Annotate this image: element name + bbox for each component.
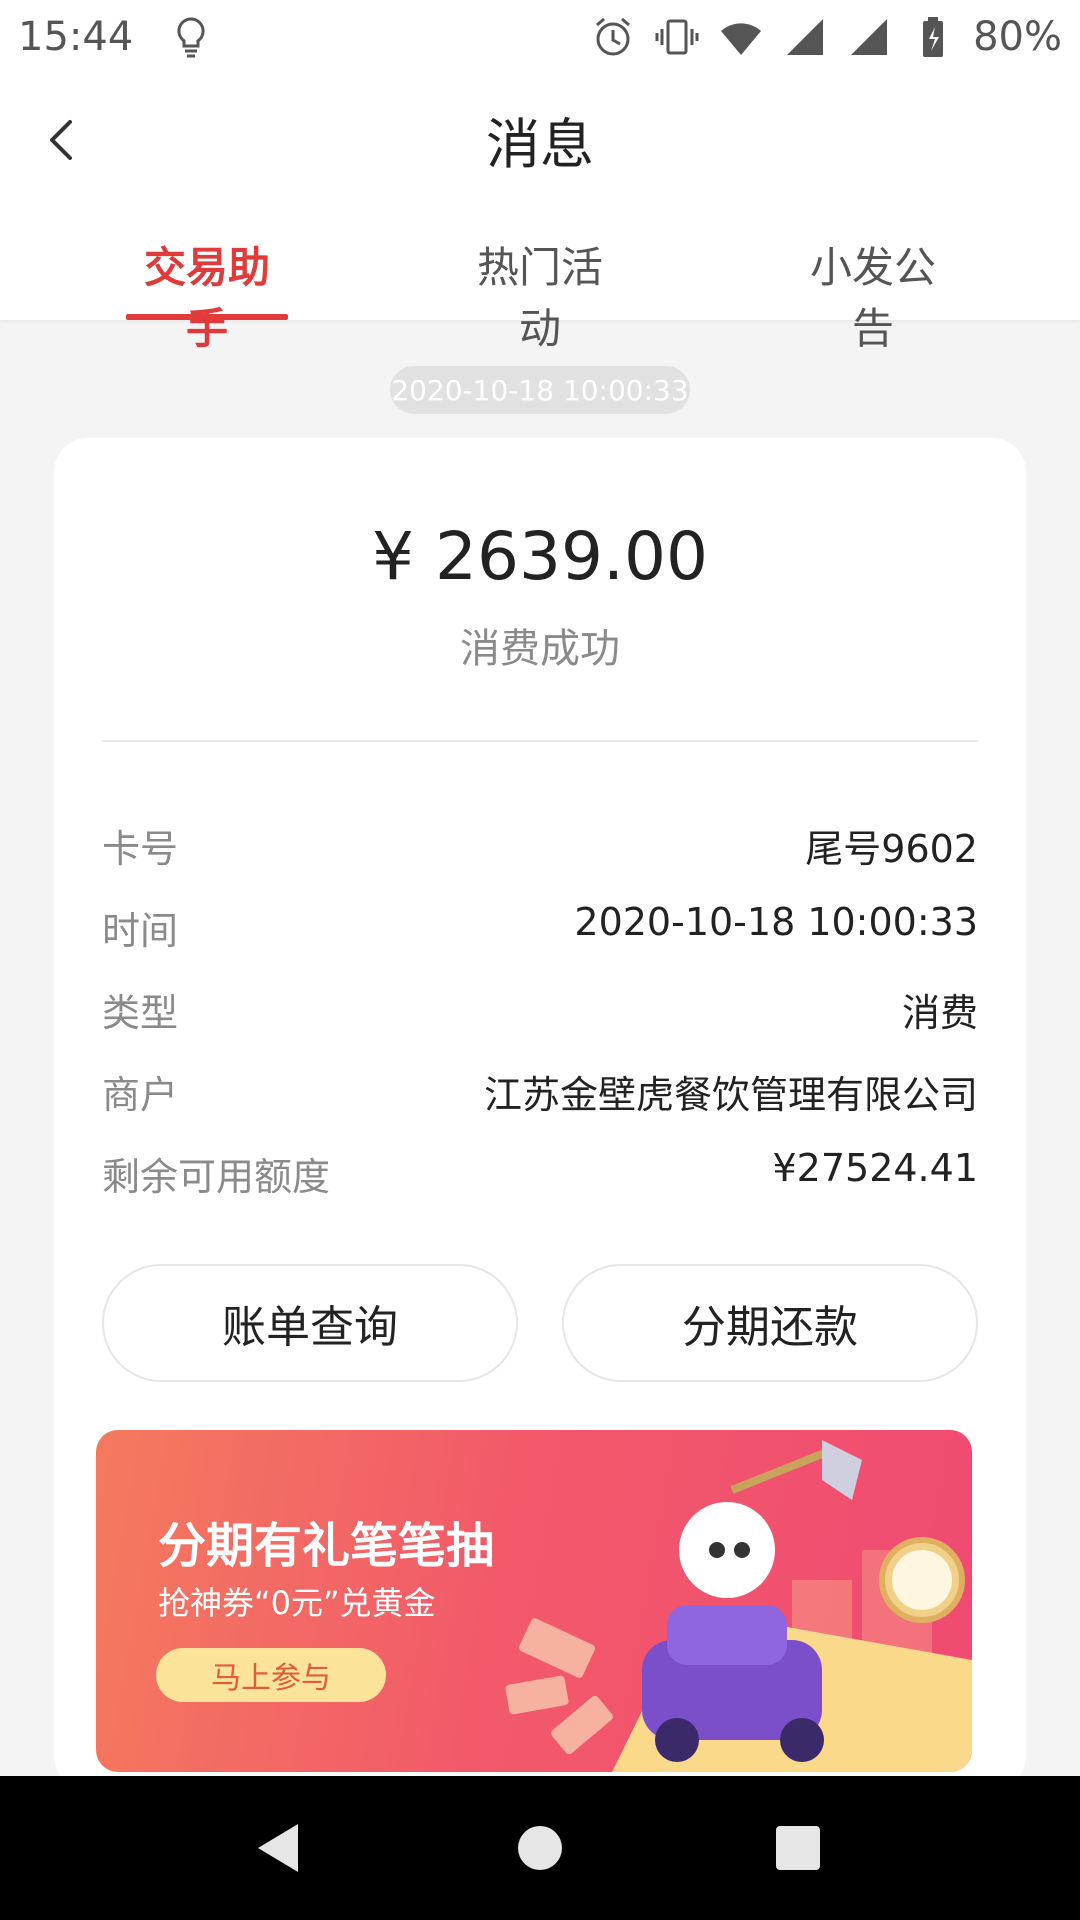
page-title: 消息 bbox=[486, 112, 594, 176]
system-navigation-bar bbox=[0, 1776, 1080, 1920]
status-bar: 15:44 80% bbox=[0, 0, 1080, 74]
nav-recents-icon[interactable] bbox=[762, 1812, 834, 1884]
tab-transaction-assistant[interactable]: 交易助手 bbox=[126, 234, 288, 356]
detail-value: ¥27524.41 bbox=[772, 1146, 979, 1190]
transaction-card: ¥ 2639.00 消费成功 卡号 尾号9602 时间 2020-10-18 1… bbox=[54, 438, 1026, 1790]
detail-row-time: 时间 2020-10-18 10:00:33 bbox=[102, 900, 978, 982]
detail-row-merchant: 商户 江苏金壁虎餐饮管理有限公司 bbox=[102, 1064, 978, 1146]
signal-icon bbox=[851, 19, 888, 55]
message-timestamp: 2020-10-18 10:00:33 bbox=[390, 366, 690, 414]
promo-banner[interactable]: 分期有礼笔笔抽 抢神券“0元”兑黄金 马上参与 bbox=[96, 1430, 972, 1772]
divider bbox=[102, 740, 978, 742]
back-button[interactable] bbox=[30, 108, 94, 172]
banner-join-button[interactable]: 马上参与 bbox=[156, 1648, 386, 1702]
detail-value: 消费 bbox=[901, 991, 978, 1035]
bill-query-button[interactable]: 账单查询 bbox=[102, 1264, 518, 1382]
transaction-amount: ¥ 2639.00 bbox=[372, 518, 708, 595]
active-tab-indicator bbox=[126, 314, 288, 320]
detail-value: 江苏金壁虎餐饮管理有限公司 bbox=[483, 1073, 978, 1117]
nav-back-icon[interactable] bbox=[244, 1812, 316, 1884]
transaction-details: 卡号 尾号9602 时间 2020-10-18 10:00:33 类型 消费 商… bbox=[102, 818, 978, 1228]
detail-label: 卡号 bbox=[102, 827, 179, 871]
banner-subtitle: 抢神券“0元”兑黄金 bbox=[158, 1584, 436, 1622]
battery-level: 80% bbox=[973, 14, 1062, 60]
detail-label: 商户 bbox=[102, 1073, 179, 1117]
tab-hot-activities[interactable]: 热门活动 bbox=[459, 234, 621, 356]
signal-icon bbox=[787, 19, 824, 55]
alarm-icon bbox=[596, 17, 631, 56]
detail-label: 类型 bbox=[102, 991, 179, 1035]
detail-value: 尾号9602 bbox=[805, 827, 978, 871]
detail-row-type: 类型 消费 bbox=[102, 982, 978, 1064]
chevron-left-icon bbox=[50, 120, 72, 160]
installment-button[interactable]: 分期还款 bbox=[562, 1264, 978, 1382]
detail-label: 时间 bbox=[102, 909, 179, 953]
banner-illustration bbox=[505, 1440, 972, 1772]
wifi-icon bbox=[721, 23, 762, 55]
lightbulb-icon bbox=[177, 17, 205, 58]
transaction-status: 消费成功 bbox=[460, 626, 620, 672]
tab-announcements[interactable]: 小发公告 bbox=[792, 234, 954, 356]
tab-bar: 交易助手 热门活动 小发公告 bbox=[0, 204, 1080, 353]
detail-row-card-number: 卡号 尾号9602 bbox=[102, 818, 978, 900]
banner-title: 分期有礼笔笔抽 bbox=[158, 1518, 495, 1574]
detail-label: 剩余可用额度 bbox=[102, 1155, 331, 1199]
vibrate-icon bbox=[655, 19, 699, 55]
detail-value: 2020-10-18 10:00:33 bbox=[574, 900, 978, 944]
status-time: 15:44 bbox=[18, 14, 134, 60]
nav-home-icon[interactable] bbox=[504, 1812, 576, 1884]
battery-icon bbox=[923, 17, 944, 57]
detail-row-available-credit: 剩余可用额度 ¥27524.41 bbox=[102, 1146, 978, 1228]
header: 消息 bbox=[0, 74, 1080, 204]
